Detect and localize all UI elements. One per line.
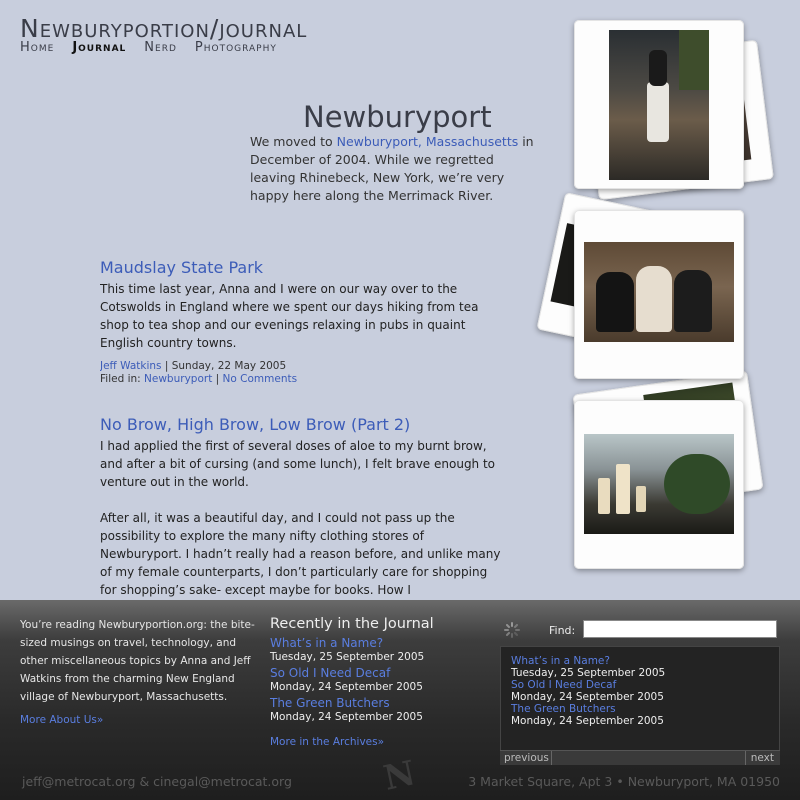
- recent-title: Recently in the Journal: [270, 616, 434, 632]
- post-body: After all, it was a beautiful day, and I…: [100, 511, 501, 597]
- post-category-link[interactable]: Newburyport: [144, 373, 212, 385]
- postal-address: 3 Market Square, Apt 3 • Newburyport, MA…: [468, 774, 780, 789]
- post-author-link[interactable]: Jeff Watkins: [100, 360, 162, 372]
- newburyport-link[interactable]: Newburyport, Massachusetts: [337, 134, 519, 149]
- more-about-us-link[interactable]: More About Us»: [20, 714, 103, 726]
- result-link[interactable]: The Green Butchers: [511, 703, 779, 715]
- recent-entry-link[interactable]: What’s in a Name?: [270, 636, 480, 650]
- about-text: You’re reading Newburyportion.org: the b…: [20, 619, 255, 703]
- next-button[interactable]: next: [751, 752, 774, 764]
- search-results: What’s in a Name? Tuesday, 25 September …: [500, 646, 780, 752]
- recent-entry-date: Monday, 24 September 2005: [270, 711, 423, 723]
- search-input[interactable]: [583, 620, 777, 638]
- site-logo-mark: N: [380, 753, 419, 799]
- footer: You’re reading Newburyportion.org: the b…: [0, 600, 800, 800]
- post-body: I had applied the first of several doses…: [100, 439, 496, 489]
- filed-in-label: Filed in:: [100, 372, 141, 385]
- archives-link[interactable]: More in the Archives»: [270, 736, 384, 748]
- main-nav: Home Journal Nerd Photography: [20, 40, 277, 55]
- post-title-link[interactable]: Maudslay State Park: [100, 258, 263, 277]
- photo-card-1[interactable]: [574, 20, 744, 189]
- photo-image: [584, 434, 734, 534]
- post-comments-link[interactable]: No Comments: [223, 373, 298, 385]
- post-body: This time last year, Anna and I were on …: [100, 282, 479, 350]
- intro-title: Newburyport: [303, 100, 492, 134]
- contact-emails[interactable]: jeff@metrocat.org & cinegal@metrocat.org: [22, 774, 292, 789]
- recent-entry-date: Tuesday, 25 September 2005: [270, 651, 425, 663]
- results-pager: previous next: [500, 750, 780, 765]
- result-link[interactable]: What’s in a Name?: [511, 655, 779, 667]
- nav-home[interactable]: Home: [20, 40, 54, 55]
- photo-card-3[interactable]: [574, 400, 744, 569]
- recent-entries: Recently in the Journal What’s in a Name…: [270, 616, 480, 726]
- result-date: Tuesday, 25 September 2005: [511, 667, 666, 679]
- post: Maudslay State Park This time last year,…: [100, 258, 505, 385]
- nav-journal[interactable]: Journal: [72, 40, 126, 55]
- post-meta: Jeff Watkins | Sunday, 22 May 2005 Filed…: [100, 360, 298, 385]
- nav-nerd[interactable]: Nerd: [144, 40, 177, 55]
- pager-divider: [745, 751, 746, 765]
- result-date: Monday, 24 September 2005: [511, 715, 664, 727]
- result-link[interactable]: So Old I Need Decaf: [511, 679, 779, 691]
- recent-entry-link[interactable]: So Old I Need Decaf: [270, 666, 480, 680]
- loading-spinner-icon: [504, 622, 520, 638]
- photo-image: [584, 242, 734, 342]
- recent-entry-link[interactable]: The Green Butchers: [270, 696, 480, 710]
- post-title-link[interactable]: No Brow, High Brow, Low Brow (Part 2): [100, 415, 410, 434]
- photo-image: [609, 30, 709, 180]
- pager-divider: [551, 751, 552, 765]
- site-title[interactable]: Newburyportion/journal: [20, 14, 307, 43]
- post-date: Sunday, 22 May 2005: [171, 360, 287, 372]
- footer-contact-bar: jeff@metrocat.org & cinegal@metrocat.org…: [0, 753, 800, 800]
- find-label: Find:: [549, 624, 576, 637]
- intro-text-before: We moved to: [250, 134, 337, 149]
- photo-card-2[interactable]: [574, 210, 744, 379]
- recent-entry-date: Monday, 24 September 2005: [270, 681, 423, 693]
- intro-text: We moved to Newburyport, Massachusetts i…: [250, 133, 540, 205]
- result-date: Monday, 24 September 2005: [511, 691, 664, 703]
- nav-photography[interactable]: Photography: [195, 40, 277, 55]
- post-list: Maudslay State Park This time last year,…: [100, 258, 505, 600]
- previous-button[interactable]: previous: [504, 752, 549, 764]
- post: No Brow, High Brow, Low Brow (Part 2) I …: [100, 415, 505, 599]
